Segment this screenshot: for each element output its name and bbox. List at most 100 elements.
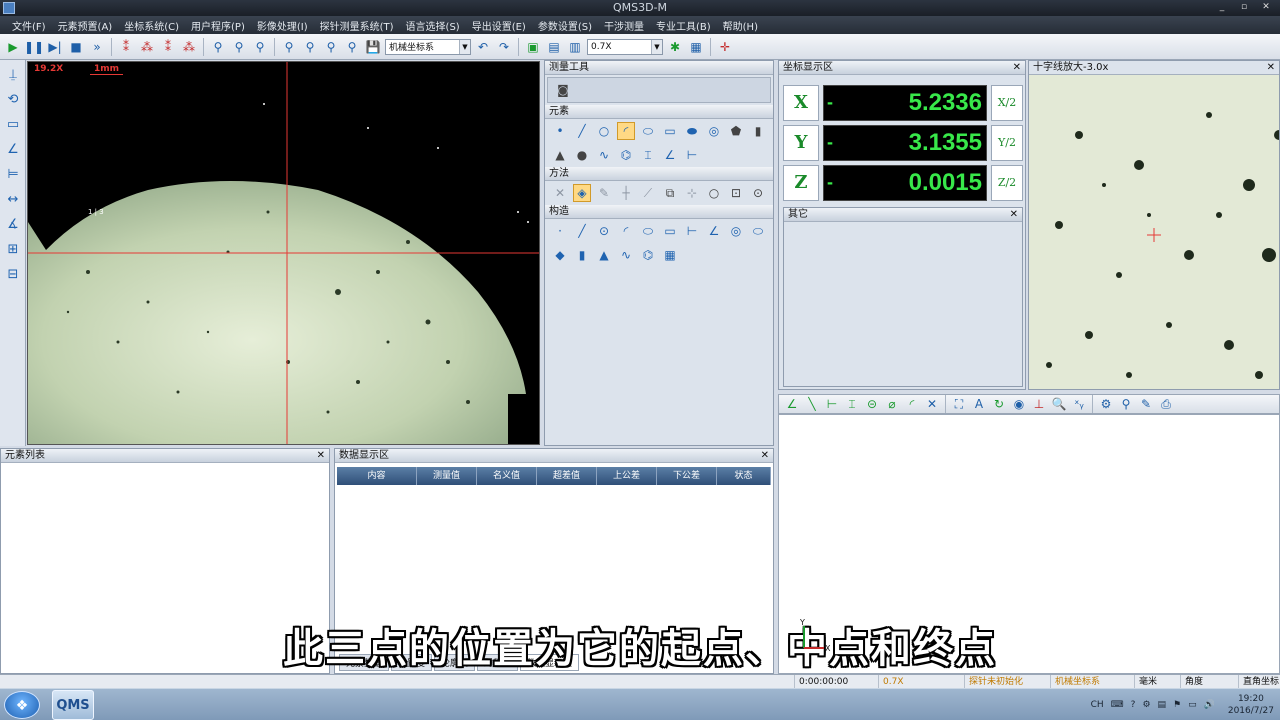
settings-icon[interactable]: ⚙ xyxy=(1097,395,1115,413)
undo-icon[interactable]: ↶ xyxy=(474,38,492,56)
line-probe-icon[interactable]: ⁂ xyxy=(138,38,156,56)
angle-measure-icon[interactable]: ∡ xyxy=(2,213,24,235)
maximize-button[interactable]: ▫ xyxy=(1234,1,1254,14)
image-b-icon[interactable]: ▤ xyxy=(545,38,563,56)
menu-help[interactable]: 帮助(H) xyxy=(717,18,764,33)
cylinder-element-icon[interactable]: ▮ xyxy=(749,122,767,140)
eye-icon[interactable]: ◉ xyxy=(1010,395,1028,413)
matrix-a-icon[interactable]: ⊞ xyxy=(2,238,24,260)
menu-user-program[interactable]: 用户程序(P) xyxy=(185,18,251,33)
construct-grid-icon[interactable]: ▦ xyxy=(661,246,679,264)
redo-icon[interactable]: ↷ xyxy=(495,38,513,56)
probe-method-icon[interactable]: ✎ xyxy=(595,184,613,202)
construct-rect-icon[interactable]: ▭ xyxy=(661,222,679,240)
distance-element-icon[interactable]: ⌶ xyxy=(639,146,657,164)
flag-icon[interactable]: ⚑ xyxy=(1173,700,1181,710)
step-icon[interactable]: ▶| xyxy=(46,38,64,56)
settings-tray-icon[interactable]: ⚙ xyxy=(1142,700,1150,710)
slot-element-icon[interactable]: ⬬ xyxy=(683,122,701,140)
plane-probe-icon[interactable]: ⁂ xyxy=(180,38,198,56)
width-element-icon[interactable]: ⊢ xyxy=(683,146,701,164)
edge-method-icon[interactable]: ◈ xyxy=(573,184,591,202)
point-probe-icon[interactable]: ⁑ xyxy=(117,38,135,56)
column-nominal[interactable]: 名义值 xyxy=(477,467,537,485)
close-icon[interactable]: ✕ xyxy=(1010,208,1018,222)
camera-tool-icon[interactable]: ◙ xyxy=(554,81,572,99)
coord-system-select[interactable]: 机械坐标系 ▼ xyxy=(385,38,471,55)
cone-element-icon[interactable]: ▲ xyxy=(551,146,569,164)
ball-element-icon[interactable]: ● xyxy=(573,146,591,164)
zoom-in-icon[interactable]: 🔍 xyxy=(1050,395,1068,413)
crosshair-icon[interactable]: ✛ xyxy=(716,38,734,56)
minimize-button[interactable]: _ xyxy=(1212,1,1232,14)
angle-element-icon[interactable]: ∠ xyxy=(661,146,679,164)
probe-g-icon[interactable]: ⚲ xyxy=(343,38,361,56)
xy-icon[interactable]: ˣᵧ xyxy=(1070,395,1088,413)
light-bulb-icon[interactable]: ✎ xyxy=(1137,395,1155,413)
pause-icon[interactable]: ❚❚ xyxy=(24,38,44,56)
axis-z-half-button[interactable]: Z/2 xyxy=(991,165,1023,201)
point-element-icon[interactable]: • xyxy=(551,122,569,140)
axis-icon[interactable]: ⊥ xyxy=(1030,395,1048,413)
axis-x-half-button[interactable]: X/2 xyxy=(991,85,1023,121)
probe-c-icon[interactable]: ⚲ xyxy=(251,38,269,56)
zoom-select[interactable]: 0.7X ▼ xyxy=(587,38,663,55)
image-c-icon[interactable]: ▥ xyxy=(566,38,584,56)
probe-rotate-icon[interactable]: ⟲ xyxy=(2,88,24,110)
menu-interference[interactable]: 干涉测量 xyxy=(598,18,650,33)
close-icon[interactable]: ✕ xyxy=(317,449,325,463)
menu-language[interactable]: 语言选择(S) xyxy=(400,18,466,33)
language-indicator[interactable]: CH xyxy=(1091,700,1104,710)
menu-probe-measurement[interactable]: 探针测量系统(T) xyxy=(314,18,400,33)
column-measured[interactable]: 测量值 xyxy=(417,467,477,485)
grid-icon[interactable]: ▦ xyxy=(687,38,705,56)
volume-icon[interactable]: 🔊 xyxy=(1204,700,1215,710)
start-button[interactable]: ❖ xyxy=(4,691,40,719)
line-graphic-icon[interactable]: ╲ xyxy=(803,395,821,413)
width-graphic-icon[interactable]: ⊢ xyxy=(823,395,841,413)
angle-graphic-icon[interactable]: ∠ xyxy=(783,395,801,413)
arc-element-icon[interactable]: ◜ xyxy=(617,122,635,140)
construct-ring-icon[interactable]: ◎ xyxy=(727,222,745,240)
column-upper-tol[interactable]: 上公差 xyxy=(597,467,657,485)
construct-profile-icon[interactable]: ⌬ xyxy=(639,246,657,264)
rectangle-element-icon[interactable]: ▭ xyxy=(661,122,679,140)
construct-line-icon[interactable]: ╱ xyxy=(573,222,591,240)
distance-icon[interactable]: ↔ xyxy=(2,188,24,210)
slash-method-icon[interactable]: ⟋ xyxy=(639,184,657,202)
measure-height-icon[interactable]: ⍊ xyxy=(2,63,24,85)
rectangle-tool-icon[interactable]: ▭ xyxy=(2,113,24,135)
menu-parameter-settings[interactable]: 参数设置(S) xyxy=(532,18,598,33)
taskbar-app-button[interactable]: QMS xyxy=(52,690,94,720)
menu-image-processing[interactable]: 影像处理(I) xyxy=(251,18,314,33)
construct-point-icon[interactable]: · xyxy=(551,222,569,240)
axis-z-label[interactable]: Z xyxy=(783,165,819,201)
column-status[interactable]: 状态 xyxy=(717,467,771,485)
construct-distance-icon[interactable]: ⊢ xyxy=(683,222,701,240)
help-icon[interactable]: ? xyxy=(1131,700,1136,710)
save-icon[interactable]: 💾 xyxy=(364,38,382,56)
circle-probe-icon[interactable]: ⁑ xyxy=(159,38,177,56)
axis-y-half-button[interactable]: Y/2 xyxy=(991,125,1023,161)
print-icon[interactable]: ⎙ xyxy=(1157,395,1175,413)
menu-export-settings[interactable]: 导出设置(E) xyxy=(466,18,532,33)
probe-d-icon[interactable]: ⚲ xyxy=(280,38,298,56)
cross-point-method-icon[interactable]: ┼ xyxy=(617,184,635,202)
axis-x-label[interactable]: X xyxy=(783,85,819,121)
line-element-icon[interactable]: ╱ xyxy=(573,122,591,140)
construct-slot-icon[interactable]: ⬭ xyxy=(749,222,767,240)
keyboard-icon[interactable]: ⌨ xyxy=(1111,700,1124,710)
column-content[interactable]: 内容 xyxy=(337,467,417,485)
column-deviation[interactable]: 超差值 xyxy=(537,467,597,485)
monitor-icon[interactable]: ▭ xyxy=(1188,700,1197,710)
fit-view-icon[interactable]: ⛶ xyxy=(950,395,968,413)
probe-f-icon[interactable]: ⚲ xyxy=(322,38,340,56)
construct-cylinder-icon[interactable]: ▮ xyxy=(573,246,591,264)
axis-y-label[interactable]: Y xyxy=(783,125,819,161)
flatness-icon[interactable]: ⊨ xyxy=(2,163,24,185)
column-lower-tol[interactable]: 下公差 xyxy=(657,467,717,485)
probe-a-icon[interactable]: ⚲ xyxy=(209,38,227,56)
profile-element-icon[interactable]: ⌬ xyxy=(617,146,635,164)
menu-file[interactable]: 文件(F) xyxy=(6,18,52,33)
play-icon[interactable]: ▶ xyxy=(4,38,22,56)
